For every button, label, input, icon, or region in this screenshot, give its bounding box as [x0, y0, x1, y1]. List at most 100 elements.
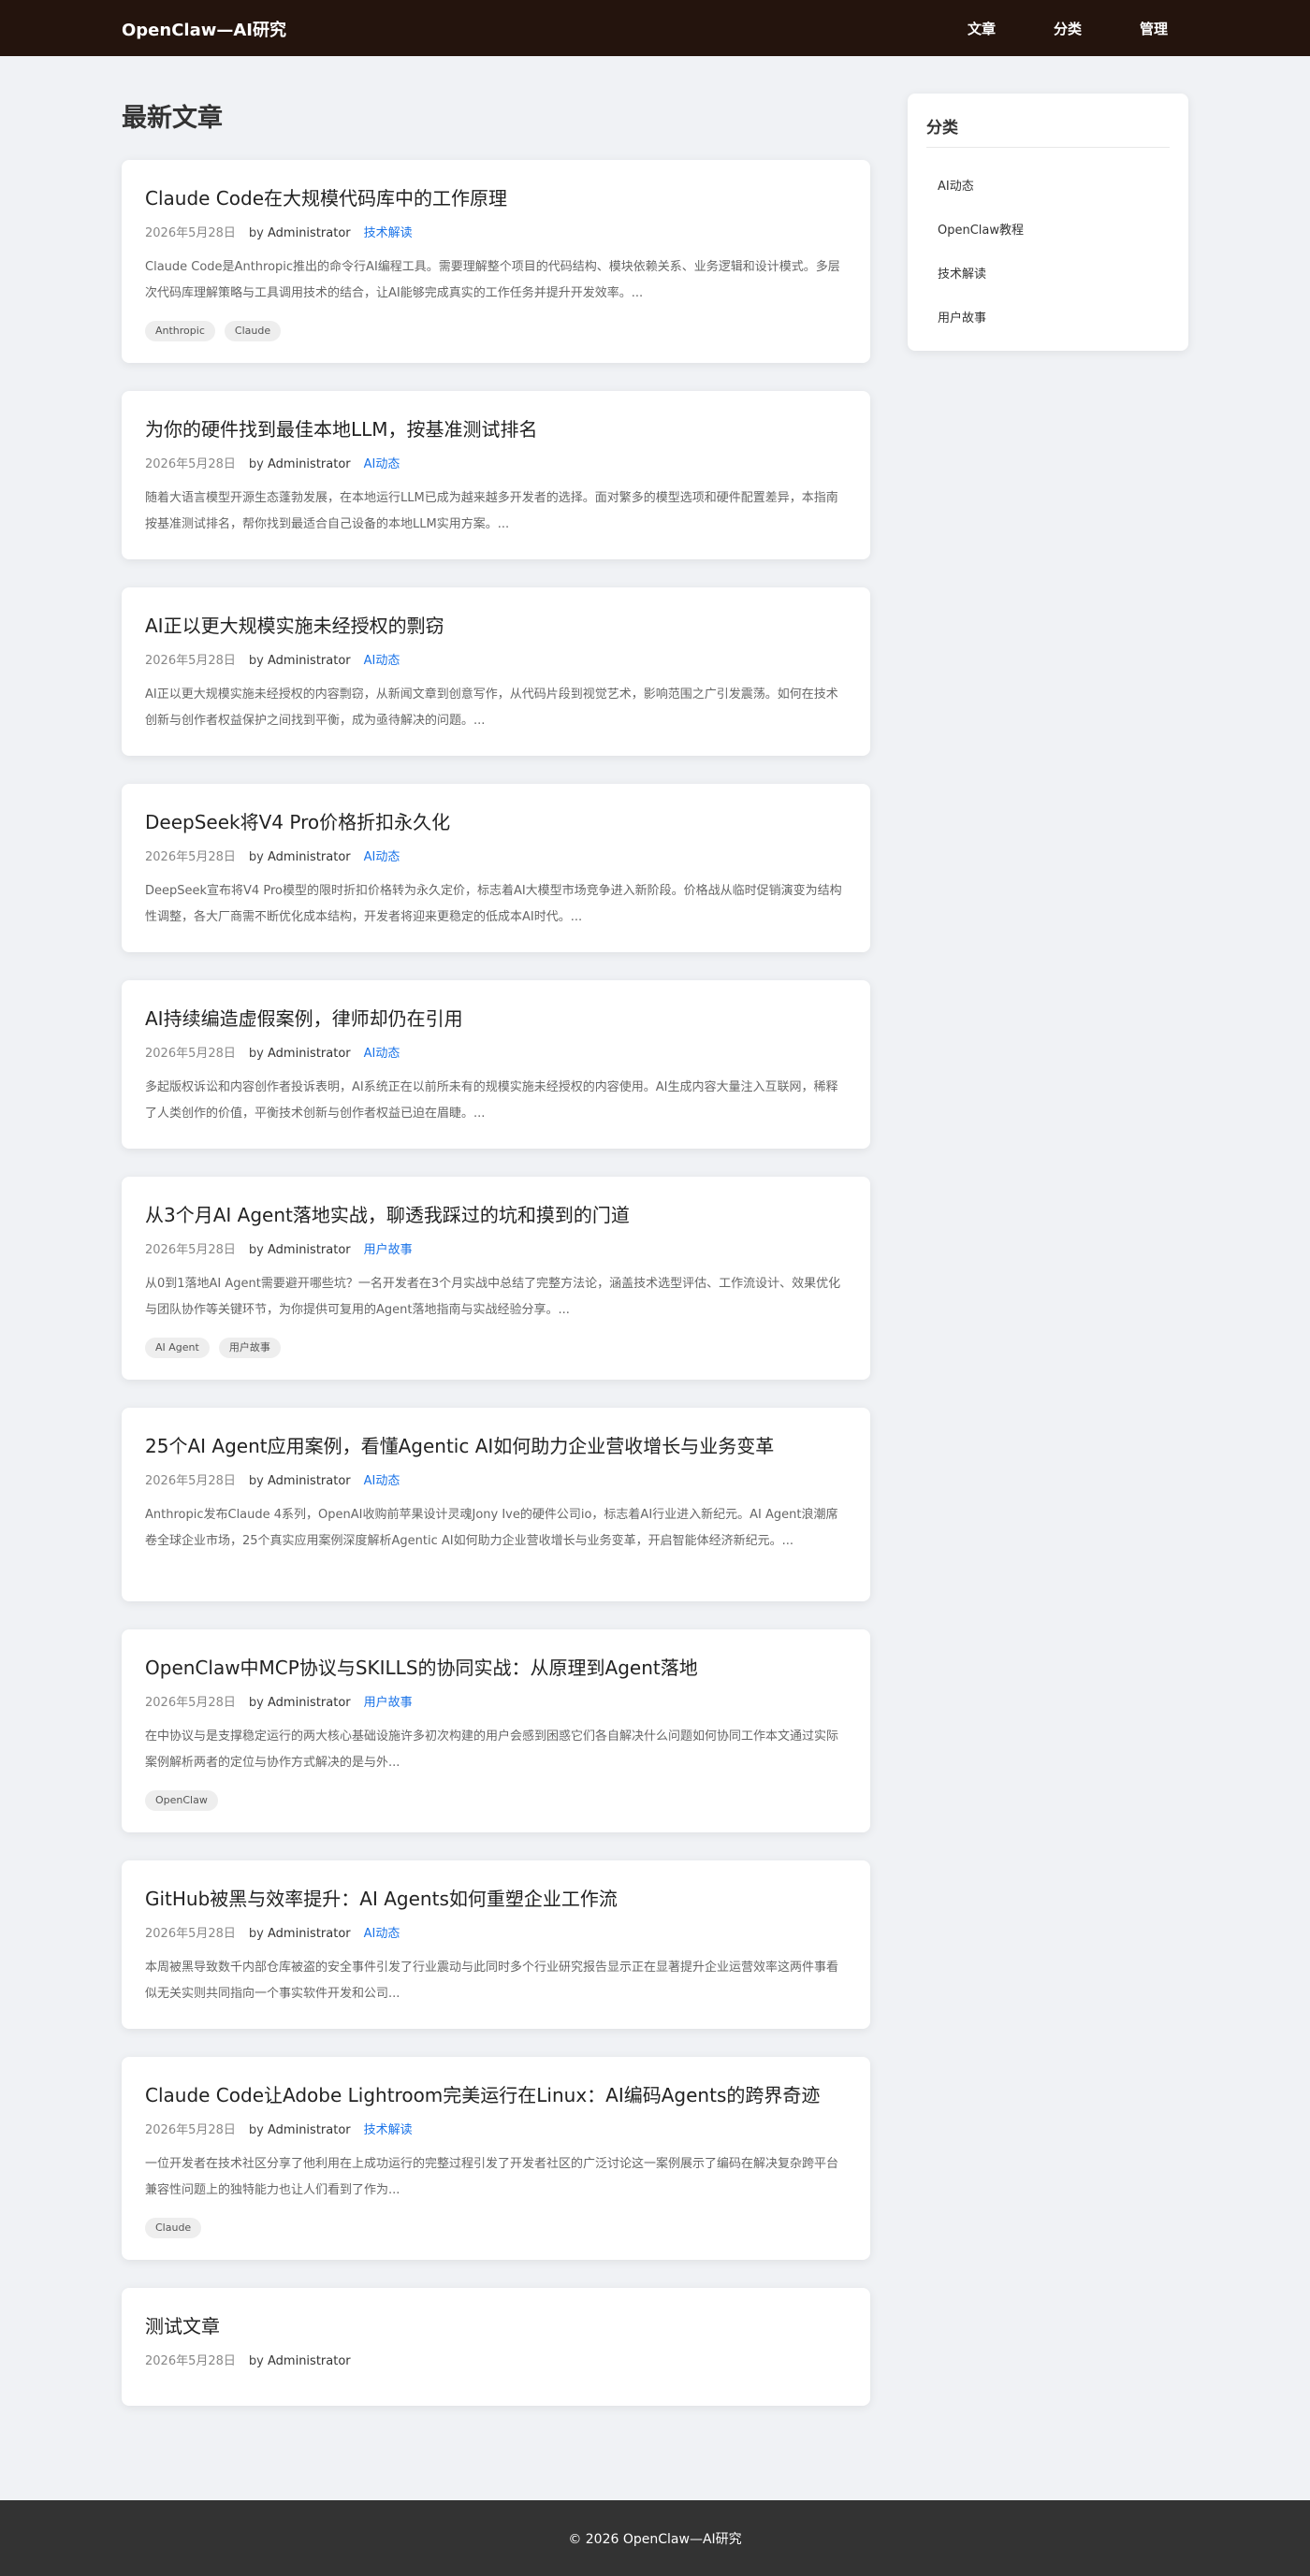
post-meta: 2026年5月28日 by Administrator AI动态	[145, 1043, 400, 1061]
post-author: Administrator	[268, 2123, 351, 2137]
post-author: Administrator	[268, 850, 351, 864]
post-meta: 2026年5月28日 by Administrator AI动态	[145, 454, 400, 471]
top-navbar: OpenClaw—AI研究 文章 分类 管理	[0, 0, 1310, 56]
site-brand-link[interactable]: OpenClaw—AI研究	[122, 17, 286, 41]
post-title-link[interactable]: AI正以更大规模实施未经授权的剽窃	[145, 611, 847, 638]
sidebar-divider	[926, 147, 1170, 148]
post-title-link[interactable]: AI持续编造虚假案例，律师却仍在引用	[145, 1004, 847, 1031]
post-category-link[interactable]: AI动态	[364, 457, 400, 471]
post-meta: 2026年5月28日 by Administrator AI动态	[145, 650, 400, 668]
post-by-label: by	[248, 226, 264, 240]
post-by-label: by	[248, 654, 264, 668]
post-excerpt: 从0到1落地AI Agent需要避开哪些坑？一名开发者在3个月实战中总结了完整方…	[145, 1277, 841, 1317]
post-author: Administrator	[268, 654, 351, 668]
post-excerpt: 在中协议与是支撑稳定运行的两大核心基础设施许多初次构建的用户会感到困惑它们各自解…	[145, 1729, 839, 1770]
post-excerpt: AI正以更大规模实施未经授权的内容剽窃，从新闻文章到创意写作，从代码片段到视觉艺…	[145, 687, 838, 728]
post-tags: OpenClaw	[145, 1789, 227, 1811]
post-date: 2026年5月28日	[145, 226, 236, 240]
page-title: 最新文章	[122, 104, 223, 133]
nav-link-admin[interactable]: 管理	[1140, 19, 1168, 38]
post-by-label: by	[248, 1047, 264, 1061]
post-title-link[interactable]: GitHub被黑与效率提升：AI Agents如何重塑企业工作流	[145, 1884, 847, 1911]
post-category-link[interactable]: AI动态	[364, 654, 400, 668]
post-title-link[interactable]: 从3个月AI Agent落地实战，聊透我踩过的坑和摸到的门道	[145, 1200, 847, 1227]
post-meta: 2026年5月28日 by Administrator 技术解读	[145, 223, 413, 240]
post-author: Administrator	[268, 1047, 351, 1061]
post-meta: 2026年5月28日 by Administrator	[145, 2351, 351, 2368]
post-tag[interactable]: OpenClaw	[145, 1790, 218, 1811]
post-author: Administrator	[268, 457, 351, 471]
post-by-label: by	[248, 2123, 264, 2137]
post-by-label: by	[248, 2354, 264, 2368]
post-date: 2026年5月28日	[145, 2354, 236, 2368]
post-author: Administrator	[268, 1927, 351, 1941]
post-meta: 2026年5月28日 by Administrator 用户故事	[145, 1239, 413, 1257]
post-by-label: by	[248, 850, 264, 864]
sidebar-item-openclaw-tutorials[interactable]: OpenClaw教程	[938, 220, 1024, 238]
post-date: 2026年5月28日	[145, 1927, 236, 1941]
post-category-link[interactable]: 用户故事	[364, 1696, 413, 1710]
nav-link-articles[interactable]: 文章	[968, 19, 996, 38]
post-meta: 2026年5月28日 by Administrator 技术解读	[145, 2120, 413, 2137]
post-excerpt: 多起版权诉讼和内容创作者投诉表明，AI系统正在以前所未有的规模实施未经授权的内容…	[145, 1080, 838, 1121]
post-title-link[interactable]: 为你的硬件找到最佳本地LLM，按基准测试排名	[145, 414, 847, 441]
post-card: 25个AI Agent应用案例，看懂Agentic AI如何助力企业营收增长与业…	[122, 1408, 870, 1601]
post-category-link[interactable]: AI动态	[364, 1047, 400, 1061]
post-tag[interactable]: Anthropic	[145, 321, 215, 341]
post-date: 2026年5月28日	[145, 1474, 236, 1488]
post-card: Claude Code让Adobe Lightroom完美运行在Linux：AI…	[122, 2057, 870, 2260]
nav-link-categories[interactable]: 分类	[1054, 19, 1082, 38]
post-tags: AI Agent 用户故事	[145, 1337, 290, 1358]
post-category-link[interactable]: AI动态	[364, 1474, 400, 1488]
post-card: 为你的硬件找到最佳本地LLM，按基准测试排名 2026年5月28日 by Admi…	[122, 391, 870, 559]
post-title-link[interactable]: OpenClaw中MCP协议与SKILLS的协同实战：从原理到Agent落地	[145, 1653, 847, 1680]
post-tag[interactable]: 用户故事	[218, 1338, 281, 1358]
post-card: GitHub被黑与效率提升：AI Agents如何重塑企业工作流 2026年5月…	[122, 1860, 870, 2029]
post-by-label: by	[248, 1243, 264, 1257]
post-category-link[interactable]: AI动态	[364, 850, 400, 864]
post-card: Claude Code在大规模代码库中的工作原理 2026年5月28日 by Ad…	[122, 160, 870, 363]
post-title-link[interactable]: Claude Code在大规模代码库中的工作原理	[145, 183, 847, 210]
post-title-link[interactable]: Claude Code让Adobe Lightroom完美运行在Linux：AI…	[145, 2080, 847, 2107]
post-author: Administrator	[268, 2354, 351, 2368]
post-date: 2026年5月28日	[145, 1696, 236, 1710]
sidebar-item-tech-analysis[interactable]: 技术解读	[938, 264, 986, 282]
post-title-link[interactable]: DeepSeek将V4 Pro价格折扣永久化	[145, 807, 847, 834]
post-excerpt: 随着大语言模型开源生态蓬勃发展，在本地运行LLM已成为越来越多开发者的选择。面对…	[145, 491, 838, 531]
post-excerpt: DeepSeek宣布将V4 Pro模型的限时折扣价格转为永久定价，标志着AI大模…	[145, 884, 842, 924]
post-title-link[interactable]: 测试文章	[145, 2311, 847, 2338]
post-author: Administrator	[268, 226, 351, 240]
post-excerpt: Anthropic发布Claude 4系列，OpenAI收购前苹果设计灵魂Jon…	[145, 1508, 838, 1548]
post-card: DeepSeek将V4 Pro价格折扣永久化 2026年5月28日 by Admi…	[122, 784, 870, 952]
post-meta: 2026年5月28日 by Administrator AI动态	[145, 1923, 400, 1941]
post-tags: Anthropic Claude	[145, 320, 290, 341]
post-category-link[interactable]: 技术解读	[364, 226, 413, 240]
post-title-link[interactable]: 25个AI Agent应用案例，看懂Agentic AI如何助力企业营收增长与业…	[145, 1431, 847, 1458]
post-by-label: by	[248, 1696, 264, 1710]
post-date: 2026年5月28日	[145, 654, 236, 668]
post-meta: 2026年5月28日 by Administrator 用户故事	[145, 1692, 413, 1710]
post-date: 2026年5月28日	[145, 2123, 236, 2137]
post-excerpt: 本周被黑导致数千内部仓库被盗的安全事件引发了行业震动与此同时多个行业研究报告显示…	[145, 1961, 839, 2001]
sidebar-title: 分类	[926, 119, 958, 137]
post-tag[interactable]: Claude	[224, 321, 282, 341]
post-tag[interactable]: Claude	[145, 2218, 202, 2238]
post-meta: 2026年5月28日 by Administrator AI动态	[145, 1470, 400, 1488]
copyright-text: © 2026 OpenClaw—AI研究	[568, 2532, 742, 2547]
post-by-label: by	[248, 1927, 264, 1941]
post-category-link[interactable]: 技术解读	[364, 2123, 413, 2137]
post-card: AI持续编造虚假案例，律师却仍在引用 2026年5月28日 by Administ…	[122, 980, 870, 1149]
post-author: Administrator	[268, 1243, 351, 1257]
site-footer: © 2026 OpenClaw—AI研究	[0, 2500, 1310, 2576]
post-category-link[interactable]: 用户故事	[364, 1243, 413, 1257]
post-card: OpenClaw中MCP协议与SKILLS的协同实战：从原理到Agent落地 2…	[122, 1629, 870, 1832]
post-date: 2026年5月28日	[145, 457, 236, 471]
post-meta: 2026年5月28日 by Administrator AI动态	[145, 847, 400, 864]
post-excerpt: Claude Code是Anthropic推出的命令行AI编程工具。需要理解整个…	[145, 260, 840, 300]
post-category-link[interactable]: AI动态	[364, 1927, 400, 1941]
post-card: 测试文章 2026年5月28日 by Administrator	[122, 2288, 870, 2406]
post-tag[interactable]: AI Agent	[145, 1338, 210, 1358]
sidebar-item-ai-news[interactable]: AI动态	[938, 176, 974, 194]
post-tags: Claude	[145, 2217, 211, 2238]
sidebar-item-user-stories[interactable]: 用户故事	[938, 308, 986, 326]
